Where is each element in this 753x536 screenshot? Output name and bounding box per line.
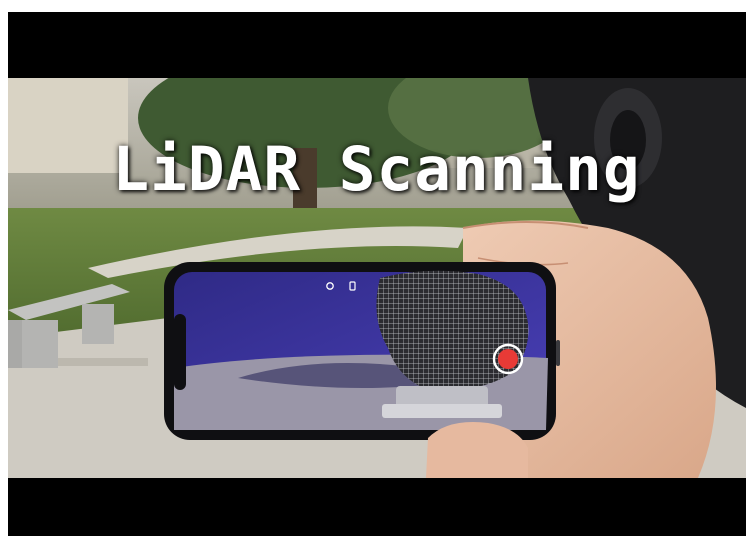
- phone-side-button: [556, 340, 560, 366]
- iphone: [164, 262, 560, 440]
- video-frame: LiDAR Scanning: [8, 12, 746, 536]
- record-button-icon[interactable]: [492, 343, 524, 375]
- phone-notch: [174, 314, 186, 390]
- video-title: LiDAR Scanning: [112, 134, 641, 205]
